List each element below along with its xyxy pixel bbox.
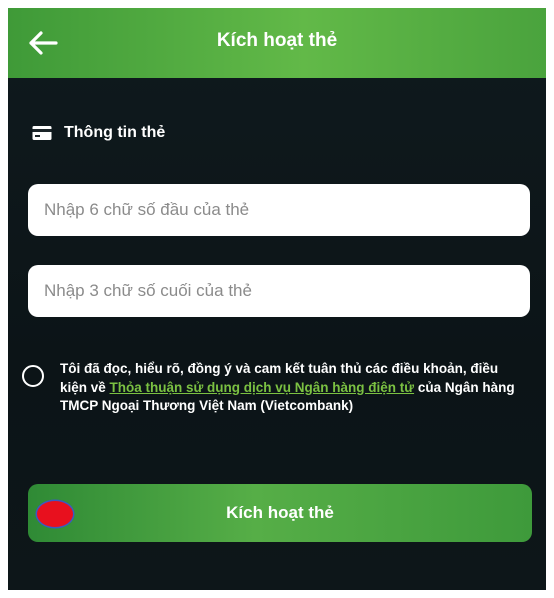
page-title: Kích hoạt thẻ <box>216 30 338 51</box>
activate-card-button[interactable]: Kích hoạt thẻ <box>28 484 532 542</box>
app-header: Kích hoạt thẻ <box>8 8 546 78</box>
activate-card-label: Kích hoạt thẻ <box>226 503 334 522</box>
section-title: Thông tin thẻ <box>64 124 166 141</box>
app-screen: Kích hoạt thẻ Thông tin thẻ Tôi đã đọc, … <box>8 8 546 590</box>
terms-link[interactable]: Thỏa thuận sử dụng dịch vụ Ngân hàng điệ… <box>110 380 415 395</box>
terms-text: Tôi đã đọc, hiểu rõ, đồng ý và cam kết t… <box>60 360 526 416</box>
terms-radio-button[interactable] <box>22 365 44 387</box>
last-three-digits-input[interactable] <box>28 265 530 317</box>
credit-card-icon <box>32 126 52 140</box>
first-six-digits-input[interactable] <box>28 184 530 236</box>
card-info-section-header: Thông tin thẻ <box>32 124 165 142</box>
